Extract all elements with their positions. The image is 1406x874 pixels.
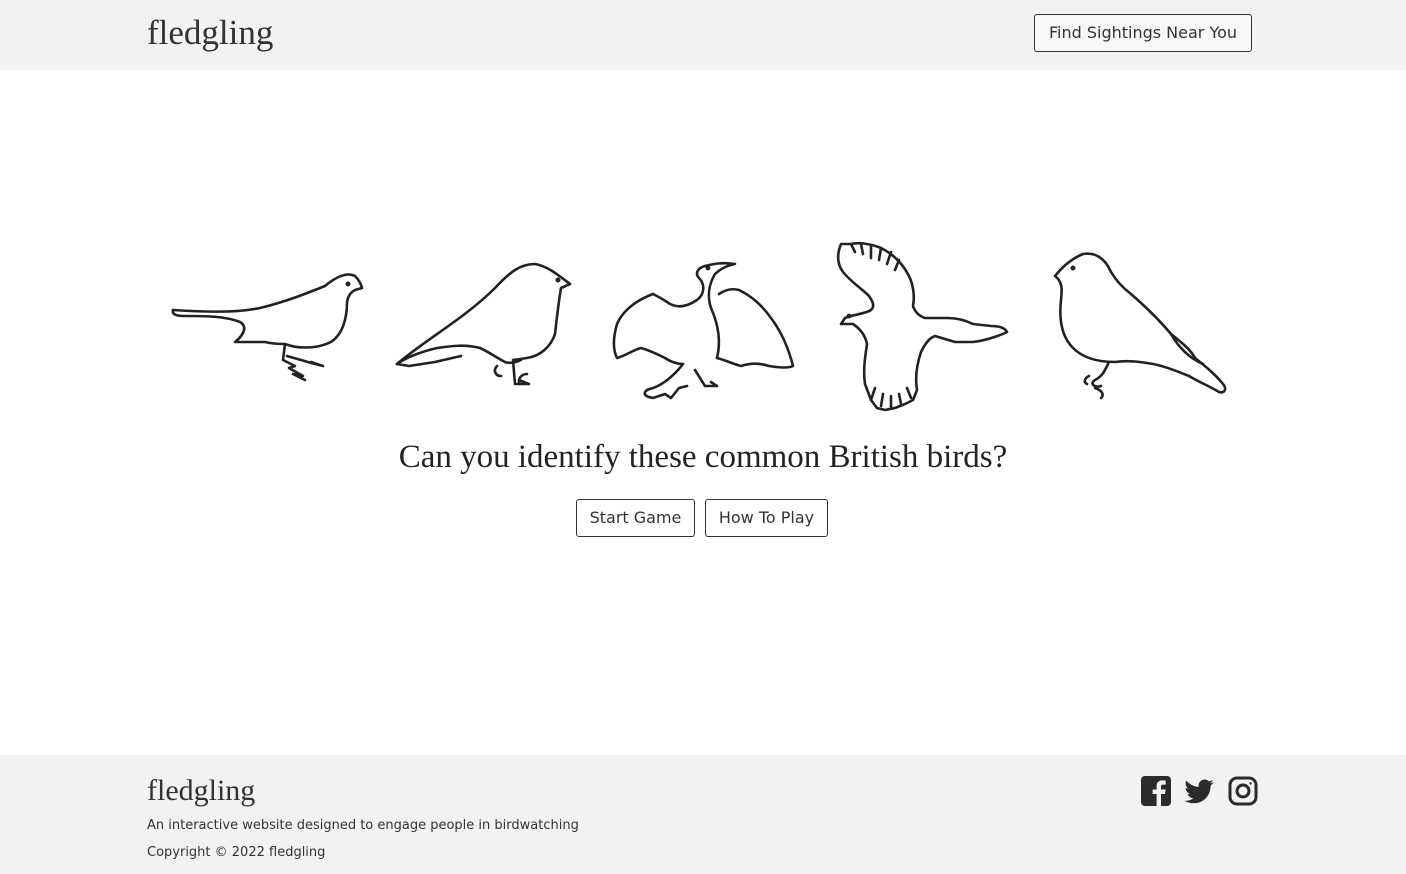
how-to-play-button[interactable]: How To Play (705, 499, 828, 537)
footer-tagline: An interactive website designed to engag… (147, 818, 579, 833)
bird-silhouette-magpie (836, 241, 1009, 412)
bird-silhouette-cormorant (612, 261, 795, 400)
footer-copyright: Copyright © 2022 fledgling (147, 845, 326, 860)
hero-headline: Can you identify these common British bi… (398, 439, 1008, 475)
bird-silhouette-thrush (171, 273, 364, 382)
footer-brand: fledgling (147, 774, 256, 807)
instagram-icon[interactable] (1227, 775, 1259, 807)
facebook-icon[interactable] (1140, 775, 1172, 807)
site-header: fledgling Find Sightings Near You (0, 0, 1406, 70)
brand-logo[interactable]: fledgling (147, 12, 273, 54)
find-sightings-button[interactable]: Find Sightings Near You (1034, 14, 1252, 52)
twitter-icon[interactable] (1183, 775, 1215, 807)
site-footer: fledgling An interactive website designe… (0, 755, 1406, 874)
bird-illustrations (165, 238, 1235, 418)
start-game-button[interactable]: Start Game (576, 499, 695, 537)
bird-silhouette-robin (395, 262, 572, 386)
bird-silhouette-sparrow (1053, 252, 1227, 400)
